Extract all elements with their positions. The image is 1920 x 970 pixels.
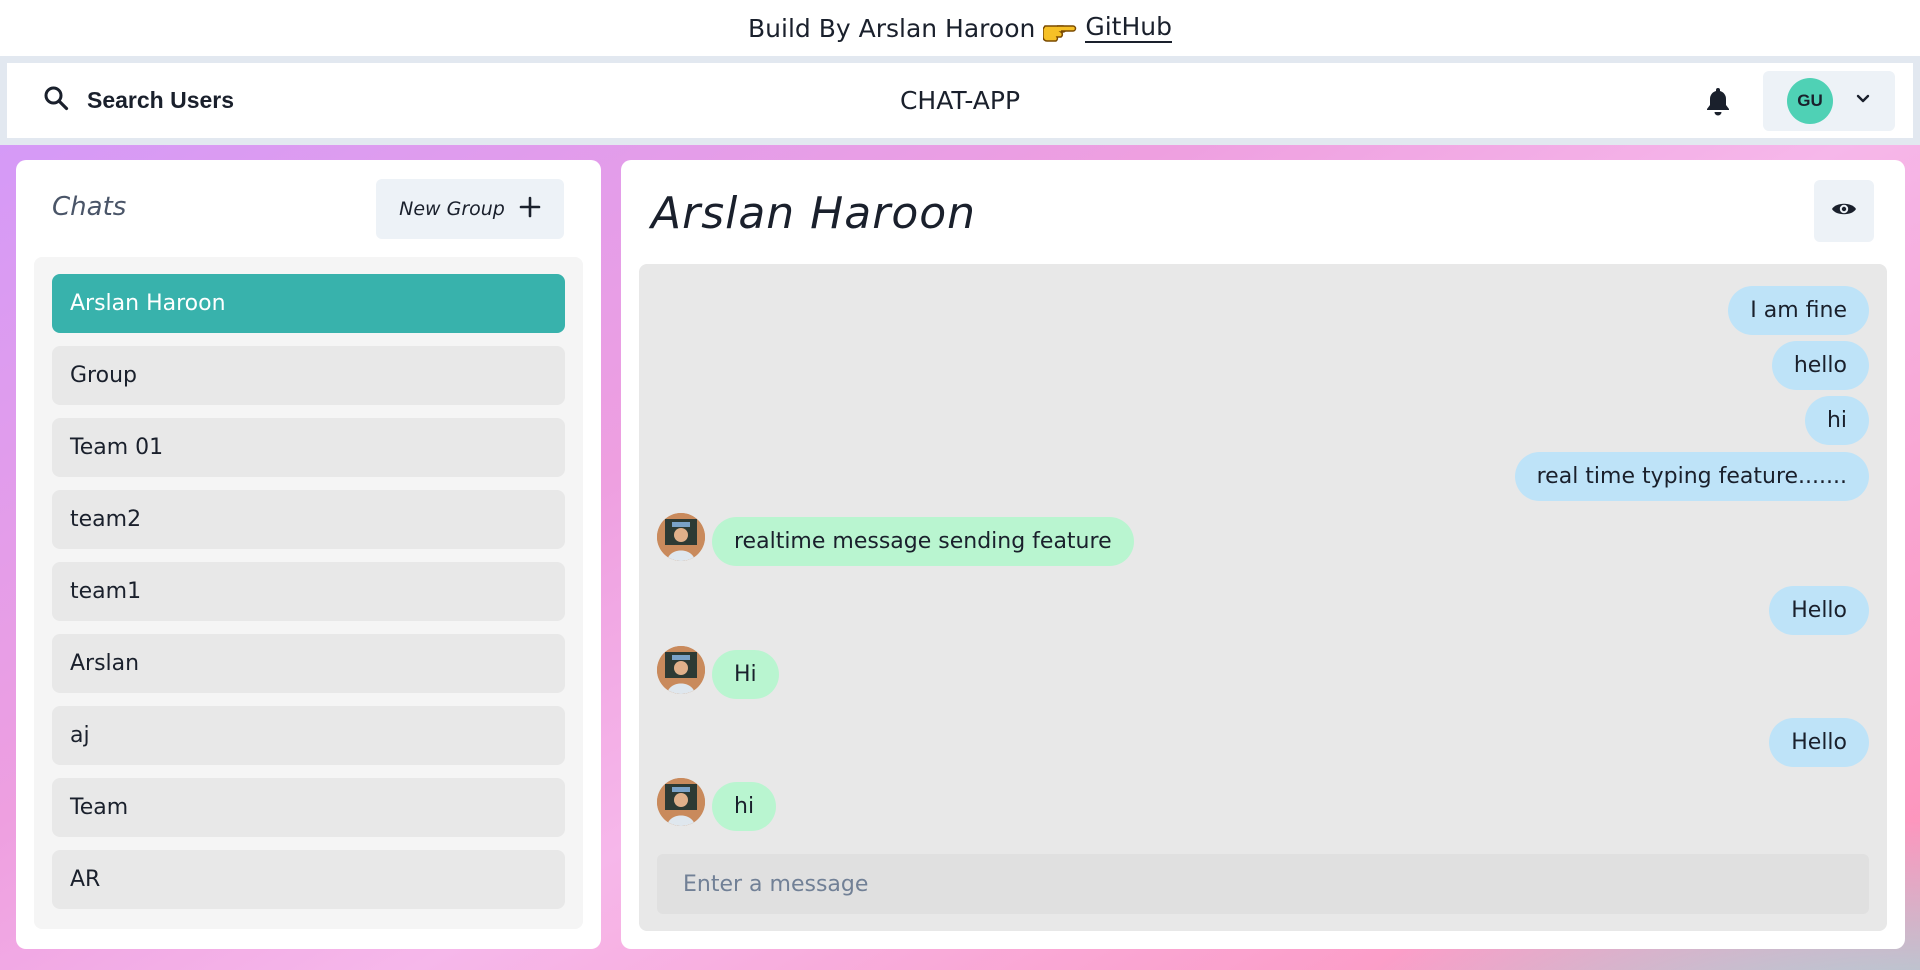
chat-item[interactable]: Arslan Haroon — [52, 274, 565, 333]
conversation-panel: Arslan Haroon I am fine hello hi real ti… — [621, 160, 1905, 949]
pointing-hand-icon — [1042, 14, 1077, 42]
search-users-label: Search Users — [87, 87, 235, 113]
chat-item[interactable]: AR — [52, 850, 565, 909]
search-icon — [43, 85, 69, 117]
chat-item[interactable]: Group — [52, 346, 565, 405]
message-bubble-outgoing: hi — [1804, 396, 1869, 445]
message-bubble-outgoing: Hello — [1769, 586, 1869, 635]
top-header: Search Users CHAT-APP GU — [7, 63, 1913, 138]
github-link[interactable]: GitHub — [1085, 13, 1172, 43]
chat-list: Arslan Haroon Group Team 01 team2 team1 … — [34, 257, 583, 929]
header-actions: GU — [1703, 70, 1895, 131]
profile-menu-button[interactable]: GU — [1763, 70, 1895, 131]
chat-item[interactable]: Team — [52, 778, 565, 837]
message-bubble-outgoing: real time typing feature....... — [1514, 452, 1869, 501]
chat-item[interactable]: Team 01 — [52, 418, 565, 477]
message-bubble-incoming: realtime message sending feature — [712, 517, 1134, 566]
sender-avatar[interactable] — [657, 778, 705, 826]
message-bubble-outgoing: I am fine — [1728, 286, 1869, 335]
chats-title: Chats — [52, 192, 127, 222]
chat-item[interactable]: Arslan — [52, 634, 565, 693]
eye-icon — [1831, 200, 1857, 223]
credit-bar: Build By Arslan Haroon GitHub — [0, 0, 1920, 56]
credit-text: Build By Arslan Haroon — [748, 13, 1036, 43]
search-users-button[interactable]: Search Users — [43, 85, 234, 117]
user-avatar: GU — [1787, 77, 1833, 124]
chat-item[interactable]: aj — [52, 706, 565, 765]
sender-avatar[interactable] — [657, 646, 705, 694]
new-group-label: New Group — [399, 198, 505, 220]
plus-icon — [519, 196, 541, 223]
sender-avatar[interactable] — [657, 513, 705, 561]
new-group-button[interactable]: New Group — [376, 179, 564, 239]
view-profile-button[interactable] — [1814, 180, 1874, 242]
message-bubble-outgoing: hello — [1771, 341, 1869, 390]
app-title: CHAT-APP — [899, 86, 1021, 115]
chat-item[interactable]: team1 — [52, 562, 565, 621]
message-bubble-outgoing: Hello — [1769, 718, 1869, 767]
conversation-title: Arslan Haroon — [651, 188, 977, 239]
chat-item[interactable]: team2 — [52, 490, 565, 549]
message-input[interactable] — [657, 854, 1869, 914]
chats-panel: Chats New Group Arslan Haroon Group Team… — [16, 160, 601, 949]
bell-icon[interactable] — [1703, 84, 1733, 118]
messages-area: I am fine hello hi real time typing feat… — [639, 264, 1887, 931]
message-bubble-incoming: Hi — [712, 650, 779, 699]
message-bubble-incoming: hi — [712, 782, 777, 831]
chevron-down-icon — [1855, 92, 1871, 110]
